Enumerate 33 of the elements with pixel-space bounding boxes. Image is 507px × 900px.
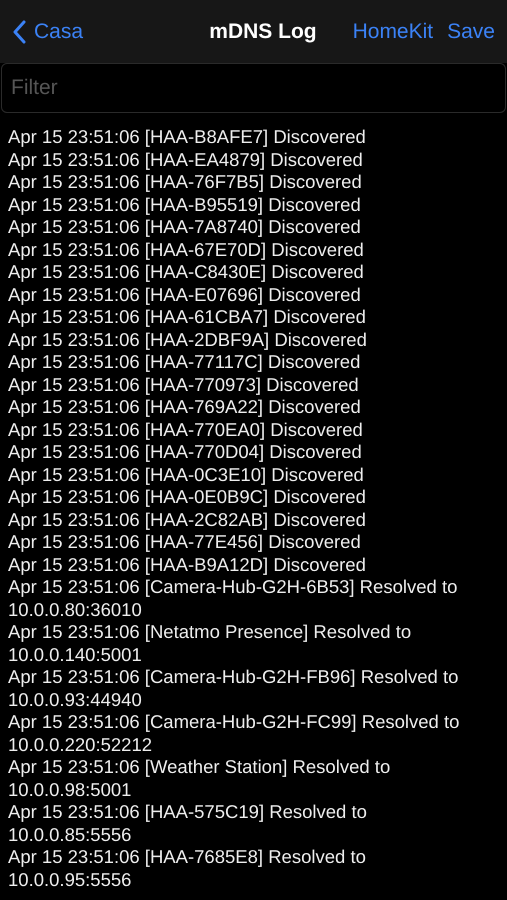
log-entry: Apr 15 23:51:06 [HAA-77E456] Discovered (8, 531, 362, 554)
log-entry: Apr 15 23:51:06 [HAA-C8430E] Discovered (8, 261, 365, 284)
log-entry: Apr 15 23:51:06 [Weather Station] Resolved to 10.0.0.98:5001 (8, 756, 392, 801)
log-entry: Apr 15 23:51:06 [HAA-0E0B9C] Discovered (8, 486, 367, 508)
log-entry: Apr 15 23:51:06 [HAA-EA4879] Discovered (8, 148, 364, 171)
log-entry: Apr 15 23:51:06 [Camera-Hub-G2H-6B53] Resolved to 10.0.0.80:36010 (8, 576, 458, 621)
log-entry: Apr 15 23:51:06 [HAA-770EA0] Discovered (8, 418, 364, 441)
log-entry: Apr 15 23:51:06 [HAA-67E70D] Discovered (8, 238, 365, 261)
log-entry: Apr 15 23:51:06 [HAA-2C82AB] Discovered (8, 508, 367, 531)
log-entry: Apr 15 23:51:06 [HAA-7685E8] Resolved to 10.0.0.95:5556 (8, 846, 367, 891)
filter-field[interactable]: Filter (1, 63, 506, 113)
nav-action-button[interactable]: HomeKit (352, 20, 434, 44)
log-entry: Apr 15 23:51:06 [HAA-7A8740] Discovered (8, 216, 362, 238)
log-entry: Apr 15 23:51:06 [HAA-0C3E10] Discovered (8, 464, 365, 486)
log-entry: Apr 15 23:51:06 [HAA-77117C] Discovered (8, 351, 362, 374)
log-entry: Apr 15 23:51:06 [HAA-770973] Discovered (8, 374, 360, 396)
log-entry: Apr 15 23:51:06 [HAA-76F7B5] Discovered (8, 171, 363, 194)
log-entry: Apr 15 23:51:06 [HAA-2DBF9A] Discovered (8, 328, 368, 351)
log-entry: Apr 15 23:51:06 [HAA-B9A12D] Discovered (8, 554, 367, 576)
log-entry: Apr 15 23:51:06 [HAA-B8AFE7] Discovered (8, 126, 367, 148)
log-entry: Apr 15 23:51:06 [HAA-769A22] Discovered (8, 396, 362, 418)
chevron-left-icon (12, 20, 26, 44)
log-entry: Apr 15 23:51:06 [HAA-61CBA7] Discovered (8, 306, 367, 328)
log-entry: Apr 15 23:51:06 [HAA-B95519] Discovered (8, 194, 362, 216)
log-entry: Apr 15 23:51:06 [HAA-575C19] Resolved to 10.0.0.85:5556 (8, 801, 368, 846)
log-entry: Apr 15 23:51:06 [Camera-Hub-G2H-FB96] Resolved to 10.0.0.93:44940 (8, 666, 460, 711)
screen-title: mDNS Log (209, 20, 317, 44)
back-button[interactable]: Casa (12, 20, 84, 44)
log-entry: Apr 15 23:51:06 [Netatmo Presence] Resolved to 10.0.0.140:5001 (8, 621, 412, 666)
nav-action-button[interactable]: Save (447, 20, 495, 44)
log-entry: Apr 15 23:51:06 [Camera-Hub-G2H-FC99] Resolved to 10.0.0.220:52212 (8, 711, 460, 756)
log-entry: Apr 15 23:51:06 [HAA-E07696] Discovered (8, 284, 362, 306)
log-entry: Apr 15 23:51:06 [HAA-770D04] Discovered (8, 441, 363, 464)
